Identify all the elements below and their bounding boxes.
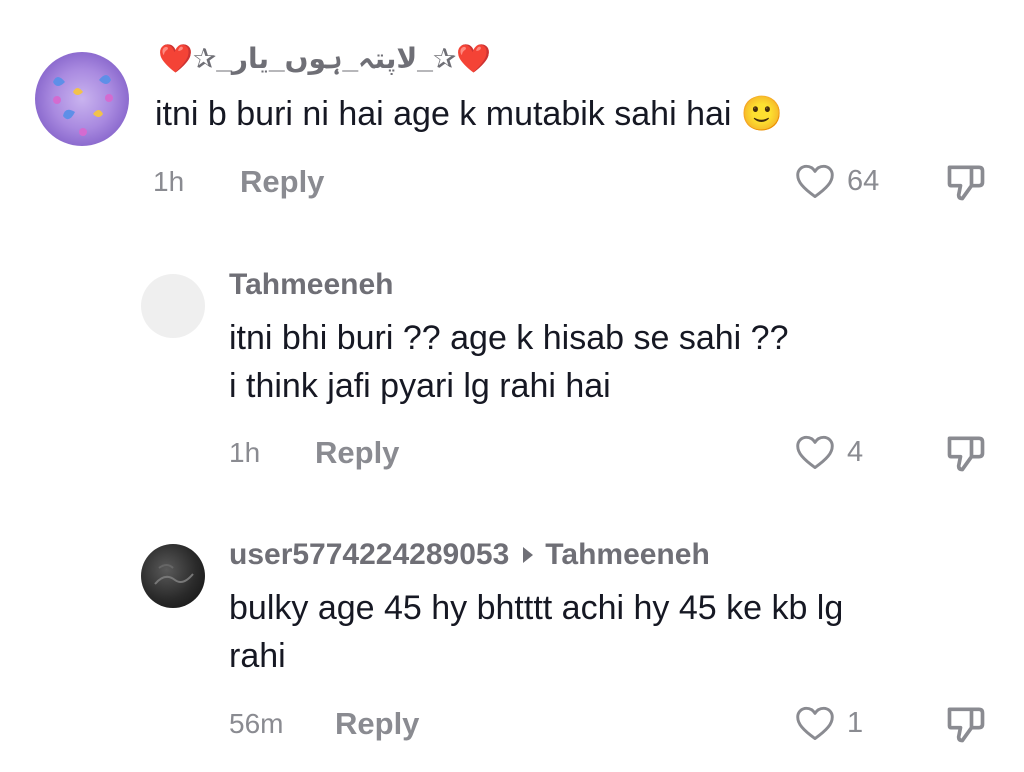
thumbs-down-icon[interactable]: [944, 160, 988, 204]
comment-username[interactable]: Tahmeeneh: [229, 268, 394, 302]
heart-outline-icon[interactable]: [794, 433, 836, 471]
avatar[interactable]: [35, 52, 129, 146]
comment-time: 1h: [153, 166, 185, 197]
reply-button[interactable]: Reply: [335, 706, 419, 742]
butterfly-pattern-icon: [53, 75, 113, 136]
comment-text-line: i think jafi pyari lg rahi hai: [229, 367, 611, 405]
comment-username[interactable]: ❤️✰_لاپتہ_ہوں_یار_✰❤️: [158, 42, 491, 75]
heart-outline-icon[interactable]: [794, 704, 836, 742]
comment-text: itni b buri ni hai age k mutabik sahi ha…: [155, 90, 783, 138]
reply-button[interactable]: Reply: [315, 435, 399, 471]
comment-time: 56m: [229, 708, 284, 739]
comment-username-link[interactable]: user5774224289053: [229, 538, 509, 571]
comment-text-line: itni b buri ni hai age k mutabik sahi ha…: [155, 95, 784, 133]
comment-username: user5774224289053 Tahmeeneh: [229, 538, 710, 572]
comment-text: itni bhi buri ?? age k hisab se sahi ?? …: [229, 314, 788, 410]
comment-time: 1h: [229, 437, 261, 468]
avatar[interactable]: [141, 274, 205, 338]
comment-text-line: rahi: [229, 637, 286, 675]
comment-item: user5774224289053 Tahmeeneh bulky age 45 …: [0, 500, 1024, 772]
dark-photo-icon: [154, 564, 194, 585]
reply-button[interactable]: Reply: [240, 164, 324, 200]
like-count: 4: [847, 436, 864, 468]
comment-item: Tahmeeneh itni bhi buri ?? age k hisab s…: [0, 230, 1024, 490]
comment-text: bulky age 45 hy bhtttt achi hy 45 ke kb …: [229, 584, 843, 680]
thumbs-down-icon[interactable]: [944, 431, 988, 475]
reply-arrow-icon: [523, 547, 534, 564]
like-count: 64: [847, 165, 880, 197]
comment-text-line: itni bhi buri ?? age k hisab se sahi ??: [229, 319, 789, 357]
like-count: 1: [847, 707, 864, 739]
comment-text-line: bulky age 45 hy bhtttt achi hy 45 ke kb …: [229, 589, 844, 627]
heart-outline-icon[interactable]: [794, 162, 836, 200]
avatar[interactable]: [141, 544, 205, 608]
reply-to-username[interactable]: Tahmeeneh: [545, 538, 710, 571]
comment-item: ❤️✰_لاپتہ_ہوں_یار_✰❤️ itni b buri ni hai…: [0, 0, 1024, 230]
thumbs-down-icon[interactable]: [944, 702, 988, 746]
